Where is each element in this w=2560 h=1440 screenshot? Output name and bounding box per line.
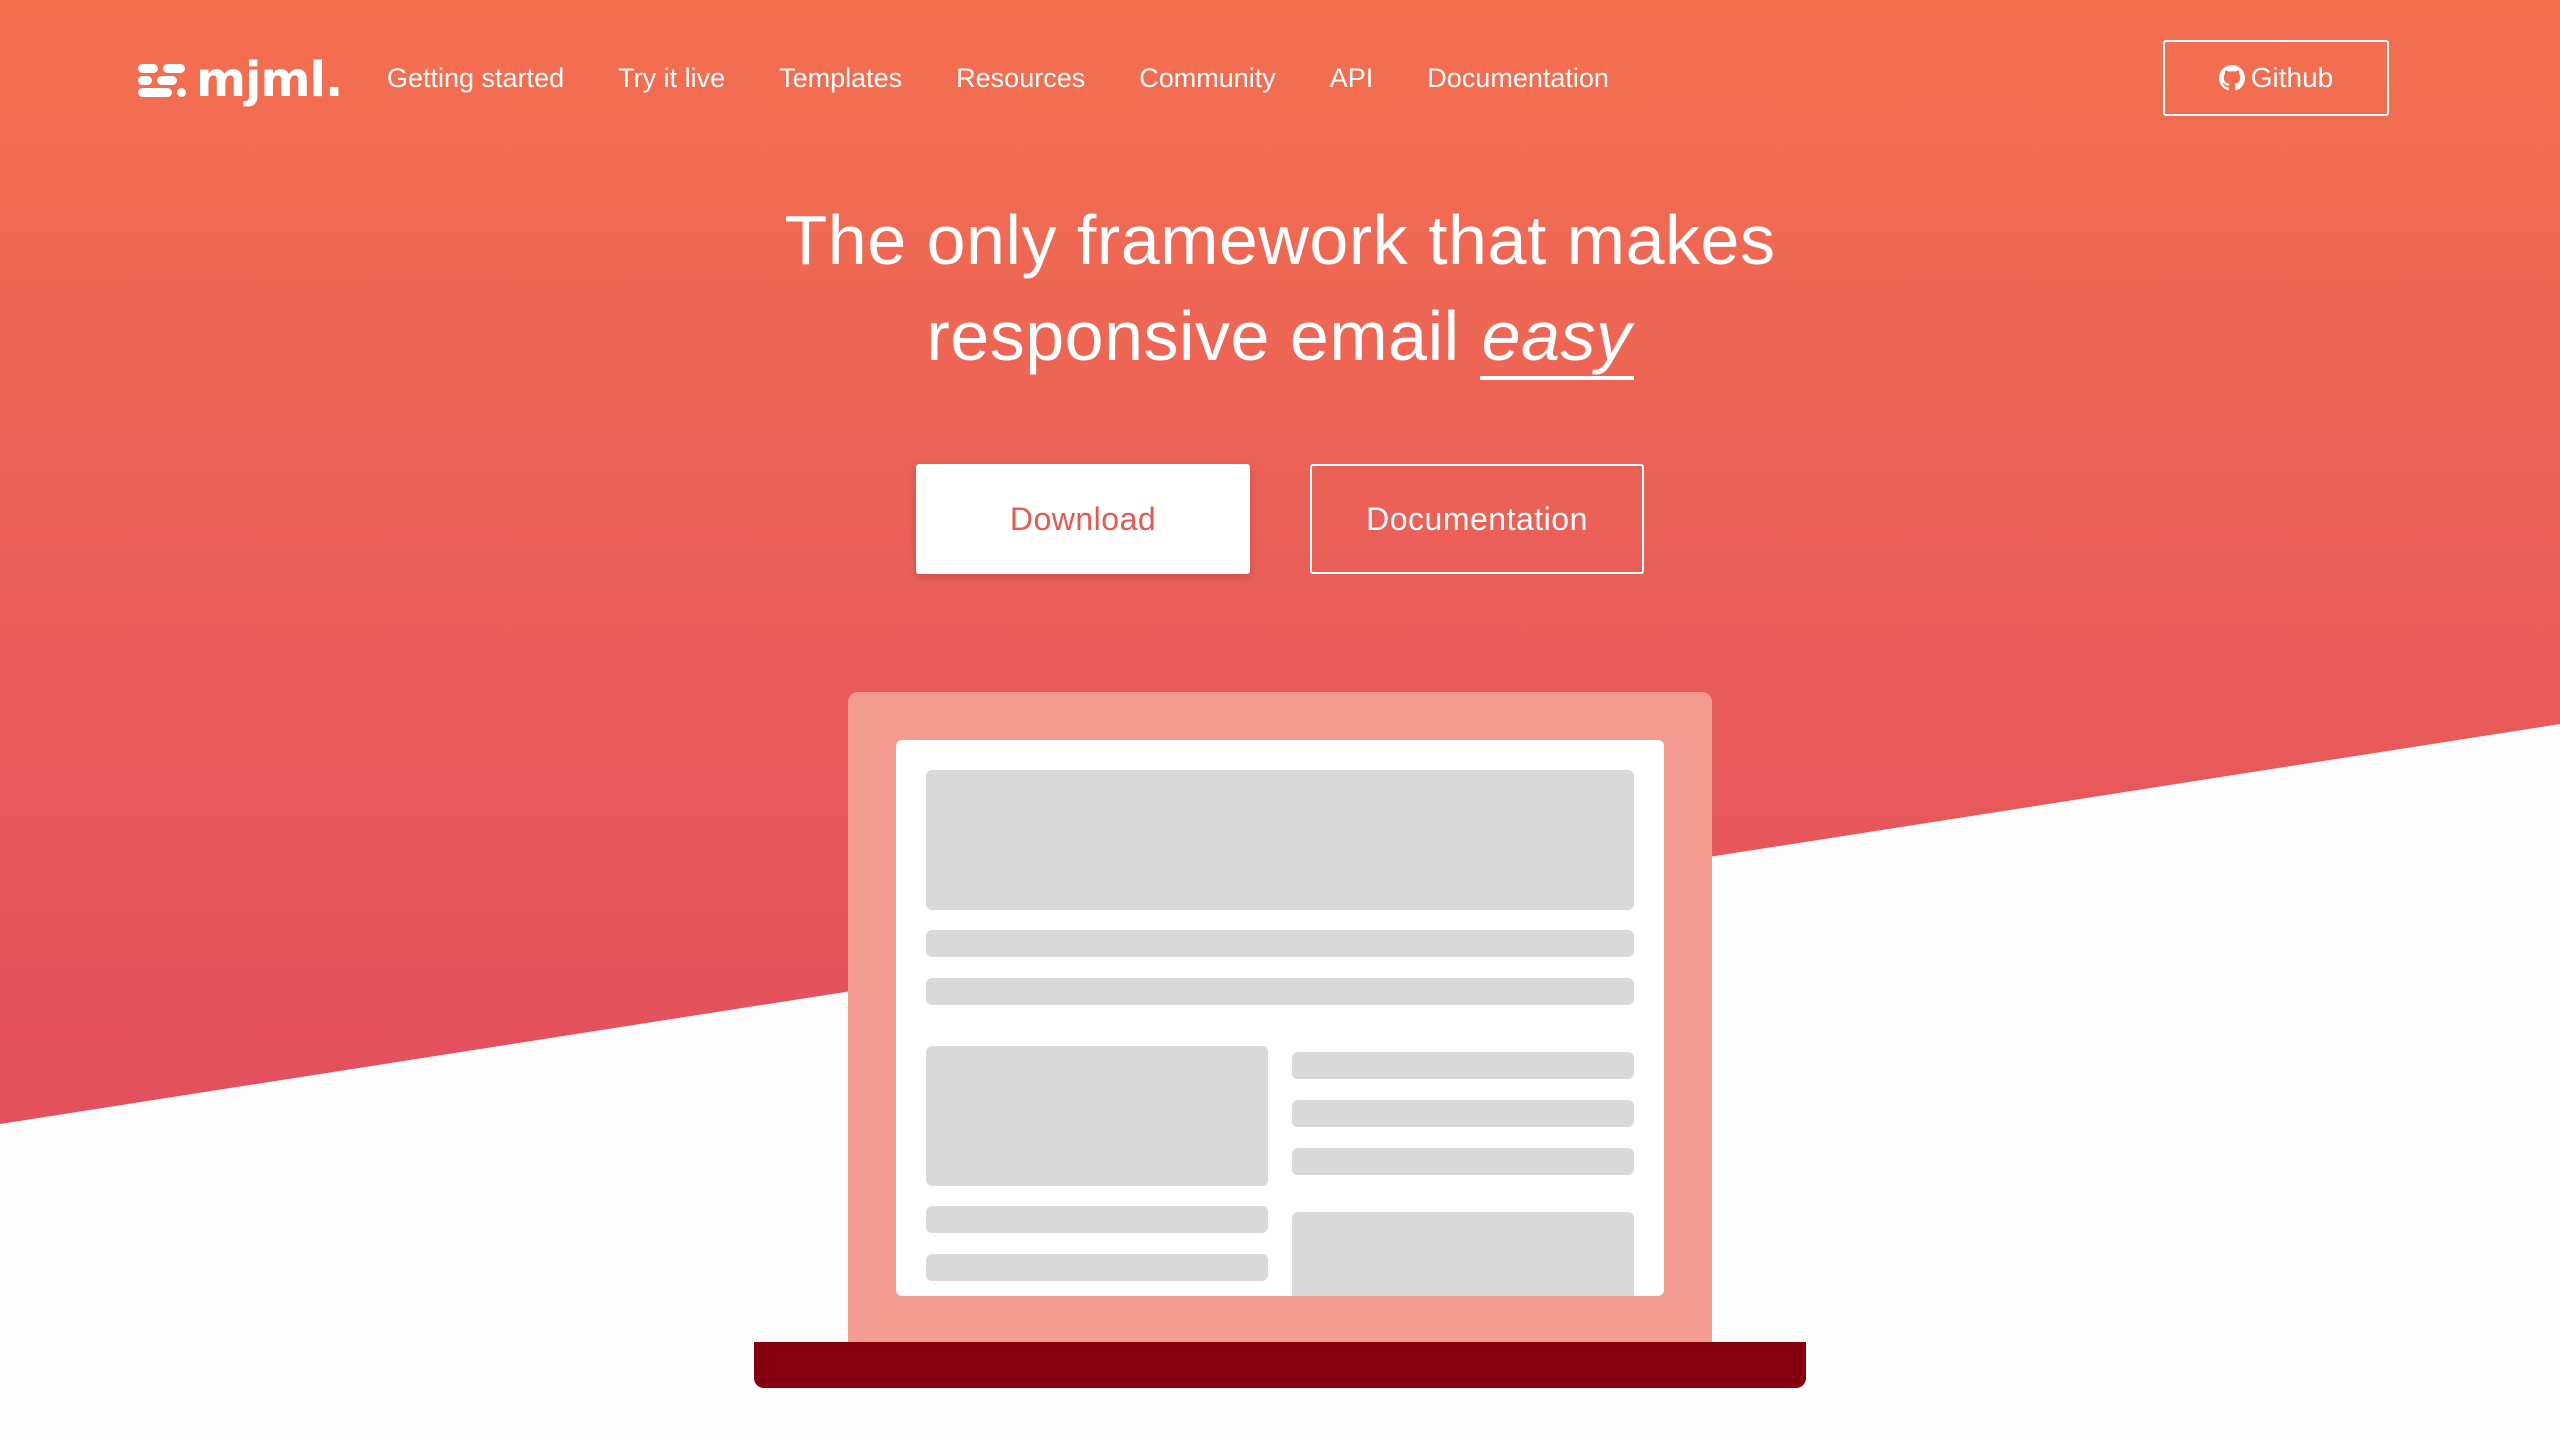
headline-emphasis: easy [1479,296,1634,380]
hero-headline: The only framework that makes responsive… [0,192,2560,384]
laptop-base [754,1342,1806,1388]
nav-link-community[interactable]: Community [1139,58,1276,98]
email-preview-mockup [896,740,1664,1296]
headline-line-1: The only framework that makes [784,201,1776,279]
placeholder-line [926,978,1634,1005]
placeholder-line [926,930,1634,957]
github-icon [2218,65,2245,91]
github-button[interactable]: Github [2163,40,2389,116]
nav-link-resources[interactable]: Resources [956,58,1085,98]
placeholder-line [926,1206,1268,1233]
nav-link-templates[interactable]: Templates [779,58,902,98]
mjml-logo[interactable]: mjml. [138,48,343,112]
mjml-logo-icon [138,58,188,102]
placeholder-line [1292,1052,1634,1079]
placeholder-line [1292,1148,1634,1175]
nav-link-documentation[interactable]: Documentation [1427,58,1609,98]
headline-line-2-prefix: responsive email [926,297,1480,375]
placeholder-image-left [926,1046,1268,1186]
laptop-illustration [848,692,1712,1342]
top-navigation: mjml. Getting started Try it live Templa… [0,0,2560,160]
nav-links: Getting started Try it live Templates Re… [387,58,1663,98]
logo-text: mjml. [196,52,343,108]
placeholder-hero-block [926,770,1634,910]
documentation-button[interactable]: Documentation [1310,464,1644,574]
placeholder-line [926,1254,1268,1281]
placeholder-line [1292,1100,1634,1127]
placeholder-image-right [1292,1212,1634,1296]
download-button[interactable]: Download [916,464,1250,574]
github-label: Github [2250,62,2334,93]
nav-link-try-it-live[interactable]: Try it live [618,58,725,98]
nav-link-getting-started[interactable]: Getting started [387,58,564,98]
nav-link-api[interactable]: API [1330,58,1374,98]
